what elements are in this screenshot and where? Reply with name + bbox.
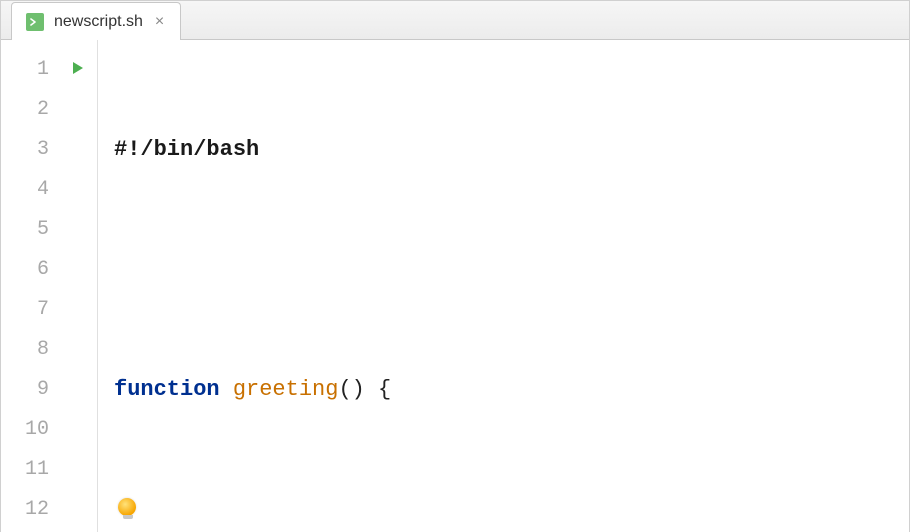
intention-bulb-icon[interactable] [118, 498, 138, 518]
line-number[interactable]: 7 [1, 290, 59, 330]
run-icon[interactable] [70, 60, 86, 81]
line-number[interactable]: 11 [1, 450, 59, 490]
line-number[interactable]: 10 [1, 410, 59, 450]
line-number[interactable]: 12 [1, 490, 59, 530]
line-number[interactable]: 3 [1, 130, 59, 170]
code-area[interactable]: #!/bin/bash function greeting() { hello=… [100, 40, 909, 532]
editor-body: 1 2 3 4 5 6 7 8 9 10 11 12 #!/bin/ba [1, 40, 909, 532]
code-line[interactable]: hello="Hello, $name" [100, 490, 909, 530]
line-number[interactable]: 4 [1, 170, 59, 210]
gutter-divider [97, 40, 98, 532]
line-number-gutter: 1 2 3 4 5 6 7 8 9 10 11 12 [1, 40, 59, 532]
code-line[interactable] [100, 250, 909, 290]
tab-bar: newscript.sh × [1, 1, 909, 40]
line-number[interactable]: 6 [1, 250, 59, 290]
run-gutter [59, 40, 97, 532]
code-line[interactable]: #!/bin/bash [100, 130, 909, 170]
shell-file-icon [26, 13, 44, 31]
shebang: #!/bin/bash [114, 137, 259, 162]
line-number[interactable]: 5 [1, 210, 59, 250]
keyword-function: function [114, 377, 220, 402]
tab-filename: newscript.sh [54, 13, 143, 31]
close-icon[interactable]: × [153, 14, 166, 30]
code-line[interactable]: function greeting() { [100, 370, 909, 410]
tab-newscript[interactable]: newscript.sh × [11, 2, 181, 40]
line-number[interactable]: 2 [1, 90, 59, 130]
line-number[interactable]: 1 [1, 50, 59, 90]
editor-root: newscript.sh × 1 2 3 4 5 6 7 8 9 10 11 1… [0, 0, 910, 532]
line-number[interactable]: 8 [1, 330, 59, 370]
function-name: greeting [233, 377, 339, 402]
line-number[interactable]: 9 [1, 370, 59, 410]
